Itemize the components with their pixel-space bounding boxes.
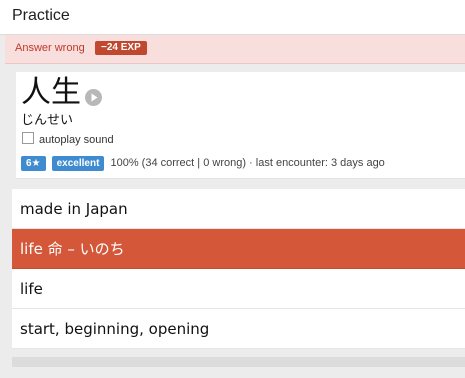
vocab-word: 人生 <box>21 75 81 110</box>
autoplay-option[interactable]: autoplay sound <box>22 132 114 146</box>
answer-option-label: start, beginning, opening <box>20 320 210 338</box>
answer-option-2-wrong[interactable]: life 命 – いのち <box>12 229 465 269</box>
page-title: Practice <box>12 7 70 24</box>
answer-option-3[interactable]: life <box>12 269 465 309</box>
answer-option-label: life 命 – いのち <box>20 240 125 258</box>
quality-badge: excellent <box>51 156 105 171</box>
play-audio-icon[interactable] <box>85 89 102 106</box>
exp-penalty-badge: −24 EXP <box>95 41 147 55</box>
wrong-answer-alert: Answer wrong −24 EXP <box>5 35 465 64</box>
vocab-card: 人生 じんせい autoplay sound 6★ excellent 100%… <box>16 72 465 179</box>
answer-option-4[interactable]: start, beginning, opening <box>12 309 465 349</box>
answer-option-label: life <box>20 280 43 298</box>
level-badge: 6★ <box>21 156 46 171</box>
page-header: Practice <box>0 0 465 35</box>
vocab-reading: じんせい <box>21 113 74 128</box>
stats-row: 6★ excellent 100% (34 correct | 0 wrong)… <box>21 156 385 171</box>
autoplay-label: autoplay sound <box>39 134 114 146</box>
autoplay-checkbox[interactable] <box>22 132 34 144</box>
answer-option-1[interactable]: made in Japan <box>12 189 465 229</box>
answer-list: made in Japan life 命 – いのち life start, b… <box>12 189 465 349</box>
alert-message: Answer wrong <box>15 42 85 54</box>
footer-divider <box>12 357 465 367</box>
stats-text: 100% (34 correct | 0 wrong) · last encou… <box>110 157 385 169</box>
answer-option-label: made in Japan <box>20 200 128 218</box>
